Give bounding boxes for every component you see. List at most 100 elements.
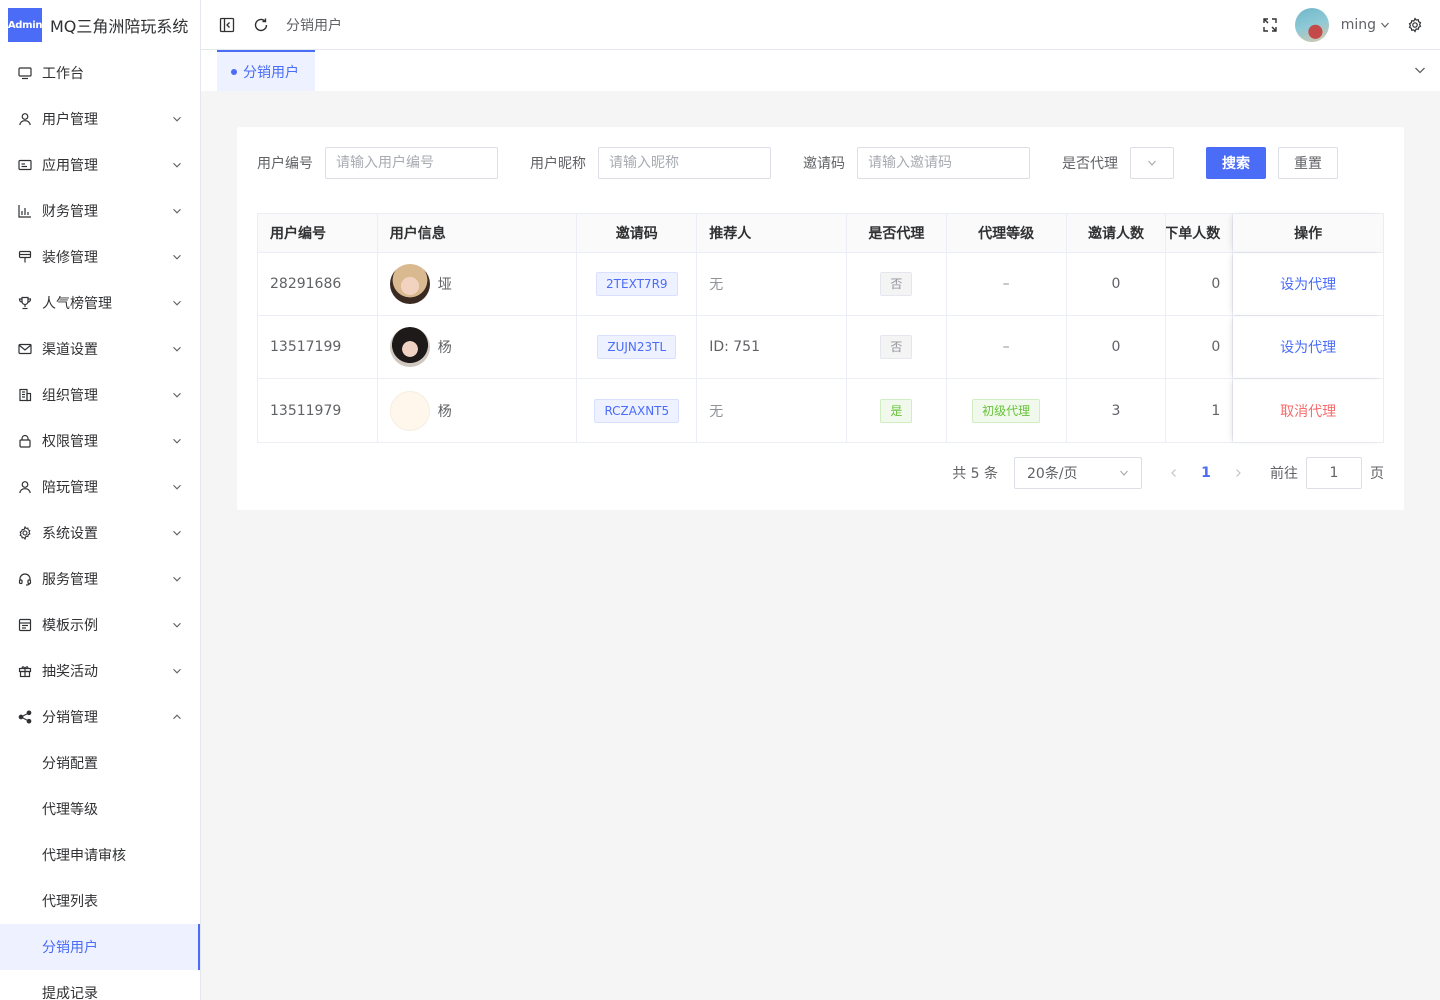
prev-page-button[interactable] <box>1158 457 1190 489</box>
fullscreen-icon[interactable] <box>1261 16 1279 34</box>
sidebar-item-label: 用户管理 <box>42 112 98 128</box>
sidebar-item-11[interactable]: 服务管理 <box>0 556 200 602</box>
goto-page-input[interactable] <box>1306 457 1362 489</box>
table-cell: 28291686 <box>258 253 378 315</box>
user-menu[interactable]: ming <box>1341 17 1390 33</box>
mail-icon <box>18 342 32 356</box>
sidebar-item-label: 系统设置 <box>42 526 98 542</box>
invite-code-tag: RCZAXNT5 <box>594 398 680 423</box>
reset-button[interactable]: 重置 <box>1278 147 1338 179</box>
share-icon <box>18 710 32 724</box>
tabs-dropdown-icon[interactable] <box>1414 64 1426 76</box>
sidebar-item-6[interactable]: 渠道设置 <box>0 326 200 372</box>
nickname-input[interactable] <box>598 147 771 179</box>
submenu-item-4[interactable]: 分销用户 <box>0 924 200 970</box>
chevron-down-icon <box>172 620 182 630</box>
chevron-down-icon <box>172 298 182 308</box>
is-agent-select[interactable] <box>1130 147 1174 179</box>
submenu-item-5[interactable]: 提成记录 <box>0 970 200 1000</box>
sidebar-item-label: 分销管理 <box>42 710 98 726</box>
is-agent-label: 是否代理 <box>1062 156 1118 172</box>
next-page-button[interactable] <box>1222 457 1254 489</box>
gear-icon <box>18 526 32 540</box>
logo: Admin MQ三角洲陪玩系统 <box>0 0 200 50</box>
chevron-down-icon <box>1381 22 1389 28</box>
user-avatar[interactable] <box>1294 7 1329 42</box>
settings-gear-icon[interactable] <box>1406 16 1424 34</box>
table-cell: 0 <box>1166 316 1234 378</box>
table-row: 13511979 杨 RCZAXNT5 无 是 初级代理 3 1 取消代理 <box>258 379 1383 442</box>
chevron-down-icon <box>172 344 182 354</box>
column-header-5: 代理等级 <box>947 214 1067 252</box>
referrer: 无 <box>709 277 724 293</box>
sidebar-item-9[interactable]: 陪玩管理 <box>0 464 200 510</box>
sidebar-item-1[interactable]: 用户管理 <box>0 96 200 142</box>
chevron-down-icon <box>172 252 182 262</box>
agent-level: – <box>1002 276 1010 292</box>
submenu-item-1[interactable]: 代理等级 <box>0 786 200 832</box>
invite-count: 0 <box>1111 339 1121 355</box>
user-avatar <box>389 390 430 431</box>
agent-level: – <box>1002 339 1010 355</box>
invite-code-tag: ZUJN23TL <box>597 335 677 359</box>
refresh-icon[interactable] <box>252 16 270 34</box>
chevron-down-icon <box>172 436 182 446</box>
sidebar-item-3[interactable]: 财务管理 <box>0 188 200 234</box>
page-size-select[interactable]: 20条/页 <box>1014 457 1142 489</box>
chevron-up-icon <box>172 712 182 722</box>
sidebar-item-label: 抽奖活动 <box>42 664 98 680</box>
sidebar-item-5[interactable]: 人气榜管理 <box>0 280 200 326</box>
table-row: 28291686 垭 2TEXT7R9 无 否 – 0 0 设为代理 <box>258 253 1383 316</box>
table-cell: 垭 <box>378 253 578 315</box>
page-number-current[interactable]: 1 <box>1190 457 1222 489</box>
breadcrumb: 分销用户 <box>286 17 342 34</box>
sidebar-item-7[interactable]: 组织管理 <box>0 372 200 418</box>
page-size-value: 20条/页 <box>1027 466 1078 482</box>
sidebar-item-12[interactable]: 模板示例 <box>0 602 200 648</box>
sidebar-item-14[interactable]: 分销管理 <box>0 694 200 740</box>
user-id-label: 用户编号 <box>257 156 313 172</box>
table-cell: 2TEXT7R9 <box>577 253 698 315</box>
set-agent-link[interactable]: 设为代理 <box>1280 337 1336 357</box>
user-id: 13517199 <box>270 339 342 355</box>
invite-code-input[interactable] <box>857 147 1030 179</box>
column-header-8: 操作 <box>1233 214 1383 252</box>
chart-icon <box>18 204 32 218</box>
sidebar-item-8[interactable]: 权限管理 <box>0 418 200 464</box>
set-agent-link[interactable]: 设为代理 <box>1280 274 1336 294</box>
tab-distribution-users[interactable]: 分销用户 <box>217 50 315 91</box>
sidebar-item-13[interactable]: 抽奖活动 <box>0 648 200 694</box>
content-card: 用户编号 用户昵称 邀请码 是否代理 搜索 重置 用户编号用户信息邀请码推荐人是… <box>237 127 1404 510</box>
search-button[interactable]: 搜索 <box>1206 147 1266 179</box>
goto-prefix: 前往 <box>1270 466 1298 482</box>
chevron-down-icon <box>172 528 182 538</box>
top-header: 分销用户 ming <box>201 0 1440 50</box>
chevron-down-icon <box>172 114 182 124</box>
collapse-sidebar-icon[interactable] <box>218 16 236 34</box>
table-cell: – <box>947 316 1067 378</box>
sidebar-item-0[interactable]: 工作台 <box>0 50 200 96</box>
user-id: 13511979 <box>270 402 342 419</box>
cancel-agent-link[interactable]: 取消代理 <box>1280 401 1336 421</box>
sidebar-item-10[interactable]: 系统设置 <box>0 510 200 556</box>
submenu-item-2[interactable]: 代理申请审核 <box>0 832 200 878</box>
table-cell: ID: 751 <box>697 316 847 378</box>
is-agent-tag: 是 <box>880 398 913 423</box>
nickname-label: 用户昵称 <box>530 156 586 172</box>
is-agent-tag: 否 <box>880 335 913 359</box>
table-cell: 设为代理 <box>1233 253 1383 315</box>
table-cell: 取消代理 <box>1233 379 1383 442</box>
submenu-item-0[interactable]: 分销配置 <box>0 740 200 786</box>
goto-suffix: 页 <box>1370 466 1384 482</box>
tab-label: 分销用户 <box>243 64 299 81</box>
sidebar-item-2[interactable]: 应用管理 <box>0 142 200 188</box>
sidebar-item-label: 陪玩管理 <box>42 480 98 496</box>
lock-icon <box>18 434 32 448</box>
submenu-item-3[interactable]: 代理列表 <box>0 878 200 924</box>
user-id-input[interactable] <box>325 147 498 179</box>
table-cell: 13511979 <box>258 379 378 442</box>
chevron-down-icon <box>172 390 182 400</box>
table-cell: 杨 <box>378 379 578 442</box>
invite-code-tag: 2TEXT7R9 <box>596 272 678 296</box>
sidebar-item-4[interactable]: 装修管理 <box>0 234 200 280</box>
